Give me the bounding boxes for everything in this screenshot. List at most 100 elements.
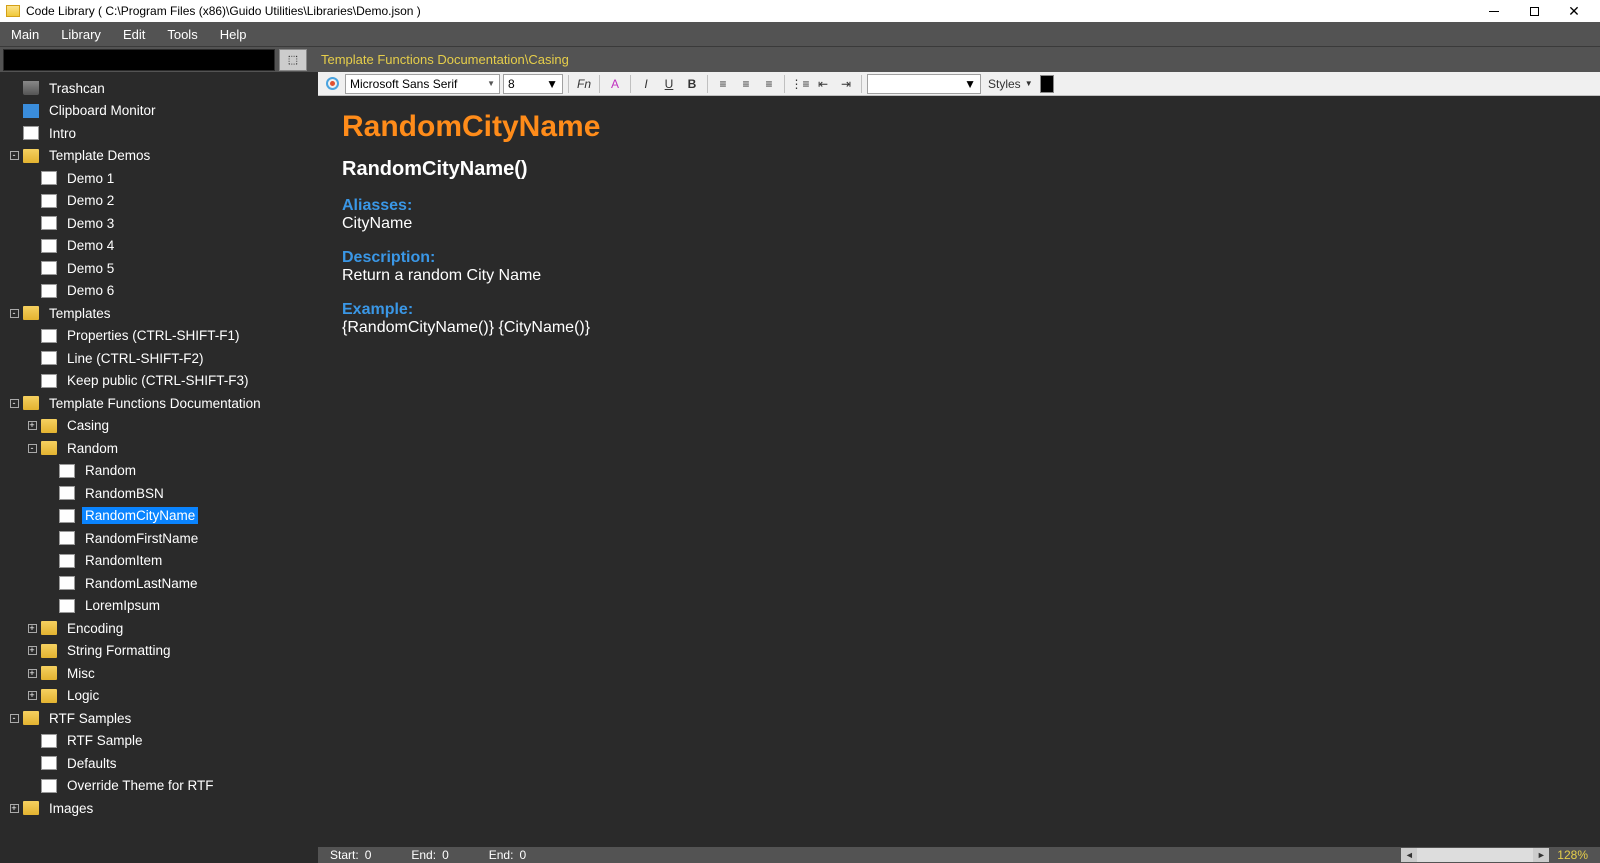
tree-item-randomcityname[interactable]: RandomCityName	[0, 505, 318, 528]
tree-item-loremipsum[interactable]: LoremIpsum	[0, 595, 318, 618]
tree-spacer	[26, 240, 38, 252]
tree-item-keep-public-ctrl-shift-f3-[interactable]: Keep public (CTRL-SHIFT-F3)	[0, 370, 318, 393]
tree-item-demo-4[interactable]: Demo 4	[0, 235, 318, 258]
tree-item-clipboard-monitor[interactable]: Clipboard Monitor	[0, 100, 318, 123]
document-editor[interactable]: RandomCityName RandomCityName() Aliasses…	[318, 96, 1600, 847]
tree-item-intro[interactable]: Intro	[0, 122, 318, 145]
tree-item-demo-3[interactable]: Demo 3	[0, 212, 318, 235]
tree-item-label: Trashcan	[46, 80, 108, 97]
tree-item-encoding[interactable]: +Encoding	[0, 617, 318, 640]
tree-item-template-demos[interactable]: - Template Demos	[0, 145, 318, 168]
tree-item-randomlastname[interactable]: RandomLastName	[0, 572, 318, 595]
collapse-icon[interactable]: -	[8, 397, 20, 409]
tree-item-label: Template Demos	[46, 147, 153, 164]
search-options-button[interactable]: ⬚	[279, 49, 307, 71]
styles-dropdown[interactable]: Styles▼	[984, 77, 1037, 91]
menu-tools[interactable]: Tools	[156, 22, 208, 46]
tree-item-templates[interactable]: - Templates	[0, 302, 318, 325]
tree-item-label: Templates	[46, 305, 114, 322]
file-icon	[41, 284, 57, 298]
tree-item-demo-6[interactable]: Demo 6	[0, 280, 318, 303]
style-select[interactable]: ▼	[867, 74, 981, 94]
tree-item-random[interactable]: Random	[0, 460, 318, 483]
function-button[interactable]: Fn	[574, 74, 594, 94]
description-label: Description:	[342, 249, 1576, 267]
decrease-indent-button[interactable]: ⇤	[813, 74, 833, 94]
scroll-left-button[interactable]: ◄	[1401, 848, 1417, 862]
collapse-icon[interactable]: -	[26, 442, 38, 454]
collapse-icon[interactable]: -	[8, 307, 20, 319]
tree-item-demo-1[interactable]: Demo 1	[0, 167, 318, 190]
start-value: 0	[365, 848, 372, 862]
tree-item-randomitem[interactable]: RandomItem	[0, 550, 318, 573]
close-button[interactable]: ✕	[1554, 0, 1594, 22]
trash-icon	[23, 81, 39, 95]
tree-spacer	[44, 532, 56, 544]
file-icon	[41, 756, 57, 770]
tree-item-defaults[interactable]: Defaults	[0, 752, 318, 775]
tree-item-label: RTF Sample	[64, 732, 146, 749]
expand-icon[interactable]: +	[26, 690, 38, 702]
font-size-select[interactable]: 8▼	[503, 74, 563, 94]
italic-button[interactable]: I	[636, 74, 656, 94]
tree-item-line-ctrl-shift-f2-[interactable]: Line (CTRL-SHIFT-F2)	[0, 347, 318, 370]
horizontal-scrollbar[interactable]: ◄ ►	[1401, 848, 1549, 862]
tree-item-label: Demo 2	[64, 192, 117, 209]
expand-icon[interactable]: +	[26, 645, 38, 657]
tree-item-casing[interactable]: +Casing	[0, 415, 318, 438]
file-icon	[59, 509, 75, 523]
tree-item-randombsn[interactable]: RandomBSN	[0, 482, 318, 505]
expand-icon[interactable]: +	[26, 667, 38, 679]
end2-label: End:	[489, 848, 514, 862]
font-color-button[interactable]: A	[605, 74, 625, 94]
tree-item-logic[interactable]: +Logic	[0, 685, 318, 708]
tree-spacer	[26, 375, 38, 387]
breadcrumb: Template Functions Documentation\Casing	[321, 52, 569, 67]
color-swatch[interactable]	[1040, 75, 1054, 93]
tree-item-demo-2[interactable]: Demo 2	[0, 190, 318, 213]
search-input[interactable]	[3, 49, 275, 71]
tree-item-random[interactable]: -Random	[0, 437, 318, 460]
align-right-button[interactable]: ≡	[759, 74, 779, 94]
tree-item-images[interactable]: +Images	[0, 797, 318, 820]
tree-item-override-theme-for-rtf[interactable]: Override Theme for RTF	[0, 775, 318, 798]
file-icon	[41, 194, 57, 208]
bulleted-list-button[interactable]: ⋮≡	[790, 74, 810, 94]
bold-button[interactable]: B	[682, 74, 702, 94]
zoom-level[interactable]: 128%	[1557, 848, 1588, 862]
font-family-value: Microsoft Sans Serif	[350, 77, 457, 91]
tree-item-template-functions-documentation[interactable]: - Template Functions Documentation	[0, 392, 318, 415]
menu-library[interactable]: Library	[50, 22, 112, 46]
collapse-icon[interactable]: -	[8, 150, 20, 162]
tree-item-properties-ctrl-shift-f1-[interactable]: Properties (CTRL-SHIFT-F1)	[0, 325, 318, 348]
tree-item-label: Template Functions Documentation	[46, 395, 264, 412]
maximize-button[interactable]	[1514, 0, 1554, 22]
menu-help[interactable]: Help	[209, 22, 258, 46]
minimize-button[interactable]	[1474, 0, 1514, 22]
file-icon	[41, 734, 57, 748]
tree-item-demo-5[interactable]: Demo 5	[0, 257, 318, 280]
expand-icon[interactable]: +	[26, 622, 38, 634]
expand-icon[interactable]: +	[26, 420, 38, 432]
tree-item-rtf-samples[interactable]: -RTF Samples	[0, 707, 318, 730]
tree-item-string-formatting[interactable]: +String Formatting	[0, 640, 318, 663]
expand-icon[interactable]: +	[8, 802, 20, 814]
tree-item-label: RandomCityName	[82, 507, 198, 524]
tree-spacer	[26, 285, 38, 297]
tree-item-trashcan[interactable]: Trashcan	[0, 77, 318, 100]
target-icon[interactable]	[322, 74, 342, 94]
font-family-select[interactable]: Microsoft Sans Serif▼	[345, 74, 500, 94]
align-left-button[interactable]: ≡	[713, 74, 733, 94]
tree-item-rtf-sample[interactable]: RTF Sample	[0, 730, 318, 753]
menu-edit[interactable]: Edit	[112, 22, 156, 46]
menu-main[interactable]: Main	[0, 22, 50, 46]
increase-indent-button[interactable]: ⇥	[836, 74, 856, 94]
tree-item-randomfirstname[interactable]: RandomFirstName	[0, 527, 318, 550]
collapse-icon[interactable]: -	[8, 712, 20, 724]
tree-view[interactable]: Trashcan Clipboard MonitorIntro - Template …	[0, 72, 318, 863]
file-icon	[59, 464, 75, 478]
scroll-right-button[interactable]: ►	[1533, 848, 1549, 862]
underline-button[interactable]: U	[659, 74, 679, 94]
tree-item-misc[interactable]: +Misc	[0, 662, 318, 685]
align-center-button[interactable]: ≡	[736, 74, 756, 94]
